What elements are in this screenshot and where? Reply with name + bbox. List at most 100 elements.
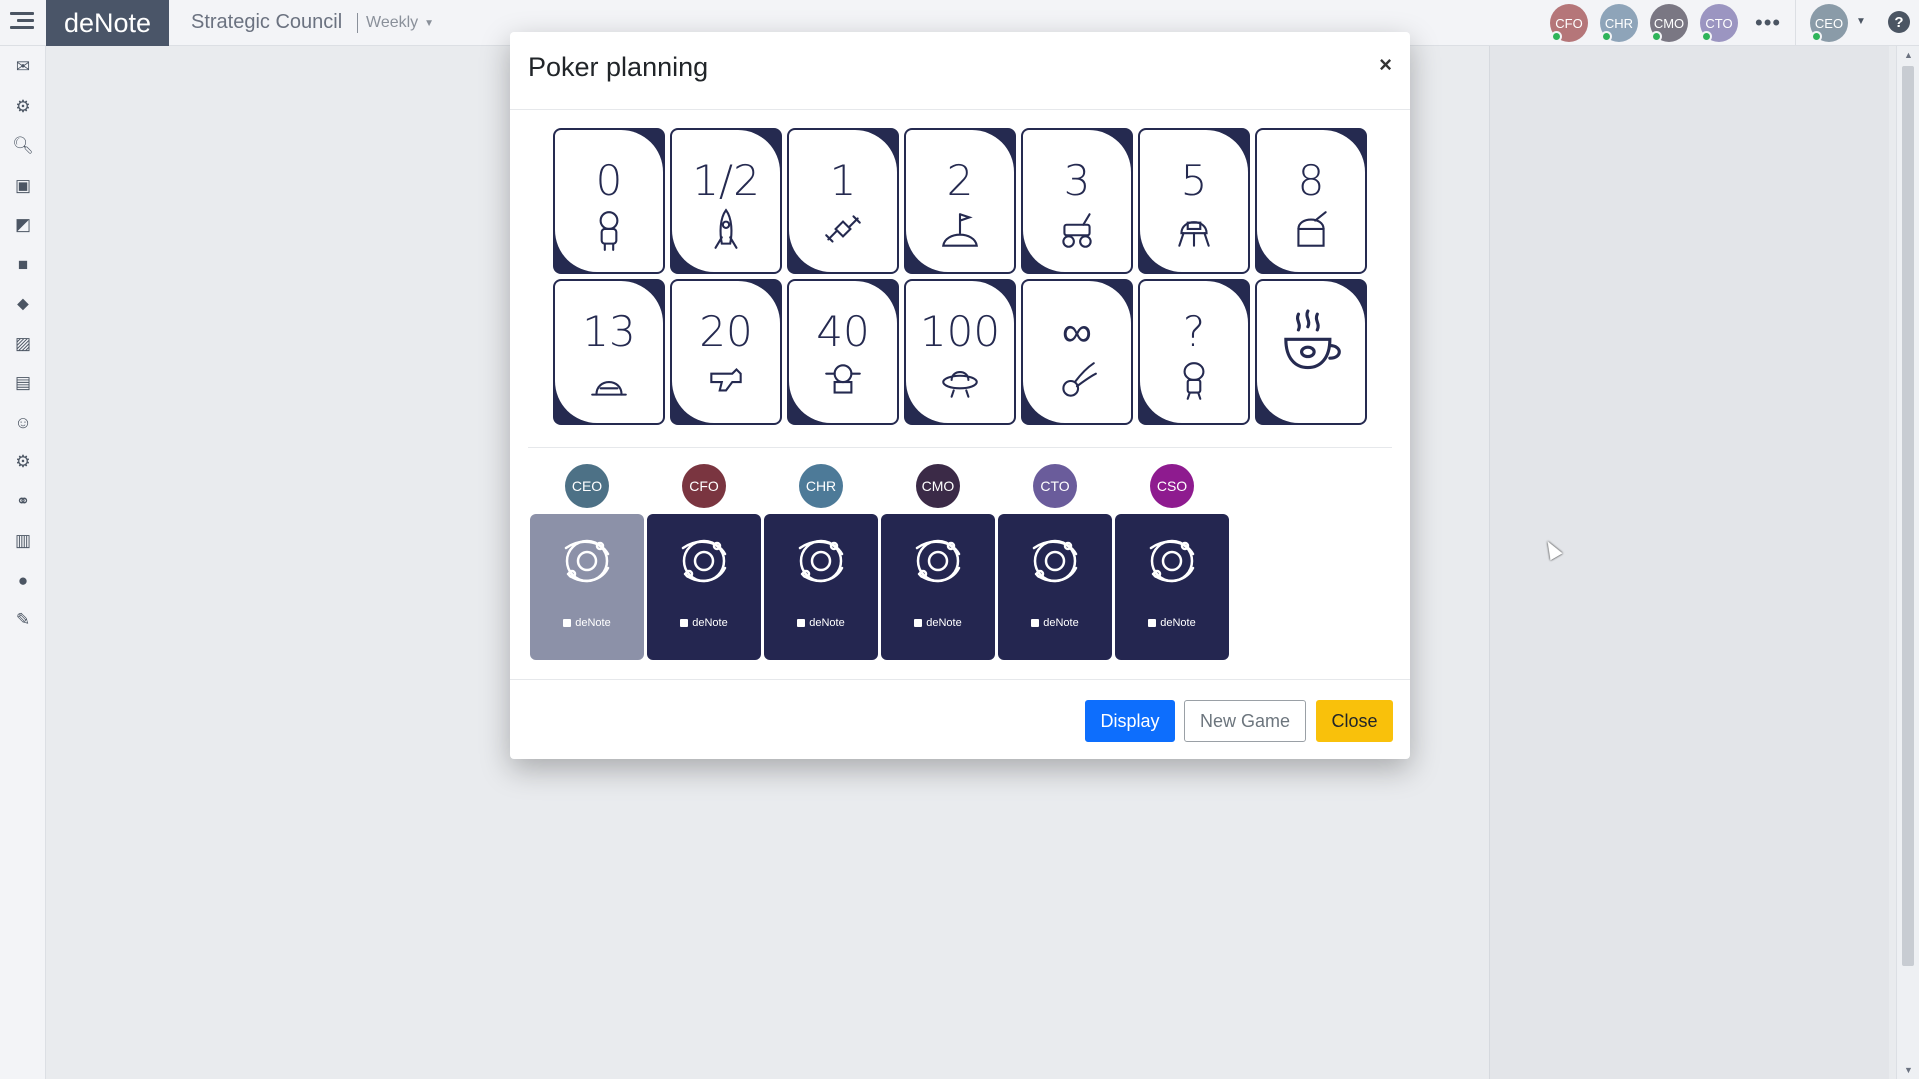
poker-card[interactable]: ∞ ∞ ∞ <box>1021 279 1133 425</box>
modal-footer: Display New Game Close <box>510 679 1410 759</box>
card-face: 3 <box>1023 130 1131 272</box>
card-value: 20 <box>699 307 753 356</box>
card-corner-label: 40 <box>794 282 805 292</box>
card-back[interactable]: deNote <box>530 514 644 660</box>
avatar-initials: CEO <box>1814 15 1844 31</box>
moon-base-icon <box>555 359 663 408</box>
menu-toggle-icon[interactable] <box>10 12 34 32</box>
poker-planning-modal: Poker planning × 0 0 0 1/2 1/2 1/2 1 1 1 2 2 2 3 3 3 5 5… <box>510 32 1410 759</box>
card-value: 1/2 <box>692 156 760 205</box>
new-game-button[interactable]: New Game <box>1184 700 1306 742</box>
avatar-initials: CHR <box>1604 15 1634 31</box>
online-status-icon <box>1651 31 1662 42</box>
search-icon[interactable]: 🔍︎ <box>12 135 34 157</box>
poker-card[interactable]: 20 20 20 <box>670 279 782 425</box>
player-avatar: CEO <box>565 464 609 508</box>
card-face: 2 <box>906 130 1014 272</box>
brand-label: deNote <box>575 617 611 629</box>
card-corner-label: 2 <box>1004 261 1010 271</box>
magic-wand-icon[interactable]: ✎ <box>12 609 34 631</box>
card-value: ∞ <box>1062 307 1092 356</box>
poker-card[interactable]: 2 2 2 <box>904 128 1016 274</box>
poker-card[interactable]: ??? <box>1138 279 1250 425</box>
logo-suffix: Note <box>94 7 152 38</box>
briefcase-icon[interactable]: ▤ <box>12 372 34 394</box>
poker-card[interactable]: 1/2 1/2 1/2 <box>670 128 782 274</box>
ufo-icon <box>906 359 1014 408</box>
card-back: deNote <box>647 514 761 660</box>
card-corner-label: 100 <box>911 282 927 292</box>
poker-card[interactable]: 0 0 0 <box>553 128 665 274</box>
card-corner-label: 13 <box>648 412 659 422</box>
inbox-icon[interactable]: ▣ <box>12 175 34 197</box>
scroll-down-icon[interactable]: ▼ <box>1904 1065 1913 1075</box>
user-menu-caret-icon[interactable]: ▼ <box>1856 16 1866 27</box>
avatar-initials: CHR <box>805 478 837 494</box>
participant-avatar[interactable]: CFO <box>1550 4 1588 42</box>
poker-card[interactable]: 100 100 100 <box>904 279 1016 425</box>
card-corner-label: 8 <box>1262 131 1268 141</box>
card-corner-label: 1/2 <box>763 261 776 271</box>
globe-icon[interactable]: ● <box>12 570 34 592</box>
participant-avatar[interactable]: CHR <box>1600 4 1638 42</box>
card-value: 13 <box>582 307 636 356</box>
moon-flag-icon <box>906 208 1014 257</box>
card-face: 1/2 <box>672 130 780 272</box>
card-corner-label: 13 <box>560 282 571 292</box>
scrollbar[interactable]: ▲ ▼ <box>1896 46 1919 1079</box>
astronaut-icon <box>555 208 663 257</box>
card-corner-label: ∞ <box>1120 412 1127 422</box>
poker-card[interactable]: 40 40 40 <box>787 279 899 425</box>
gear-icon[interactable]: ⚙ <box>12 96 34 118</box>
book-icon[interactable]: ▥ <box>12 530 34 552</box>
rover-icon <box>1023 208 1131 257</box>
poker-card[interactable]: 5 5 5 <box>1138 128 1250 274</box>
participant-avatar[interactable]: CTO <box>1700 4 1738 42</box>
poker-card[interactable]: 8 8 8 <box>1255 128 1367 274</box>
tag-icon[interactable]: ⬥ <box>12 293 34 315</box>
space-station-icon <box>789 359 897 408</box>
participant-avatar[interactable]: CMO <box>1650 4 1688 42</box>
card-corner-label: 1 <box>887 261 893 271</box>
image-icon[interactable]: ▨ <box>12 333 34 355</box>
planet-icon <box>681 539 727 583</box>
close-icon[interactable]: × <box>1379 52 1392 78</box>
poker-card[interactable]: 13 13 13 <box>553 279 665 425</box>
envelope-icon[interactable]: ✉ <box>12 56 34 78</box>
help-button[interactable]: ? <box>1888 11 1910 33</box>
card-back: deNote <box>1115 514 1229 660</box>
card-corner-label: 8 <box>1355 261 1361 271</box>
scroll-up-icon[interactable]: ▲ <box>1904 50 1913 60</box>
brand-label: deNote <box>1043 617 1079 629</box>
planet-icon <box>1149 539 1195 583</box>
close-button[interactable]: Close <box>1316 700 1393 742</box>
poker-card[interactable]: 1 1 1 <box>787 128 899 274</box>
more-participants-button[interactable]: ••• <box>1755 10 1781 36</box>
card-corner-label: ∞ <box>1028 282 1035 292</box>
card-value: 8 <box>1297 156 1325 205</box>
card-corner-label: ★ <box>1352 411 1361 421</box>
poker-card[interactable]: ★ ★ <box>1255 279 1367 425</box>
card-value: 3 <box>1063 156 1091 205</box>
observatory-icon <box>1257 208 1365 257</box>
denote-logo-icon <box>680 619 689 627</box>
planet-icon <box>798 539 844 583</box>
gears-icon[interactable]: ⚙ <box>12 451 34 473</box>
poker-card[interactable]: 3 3 3 <box>1021 128 1133 274</box>
meeting-title: Strategic Council <box>191 11 343 33</box>
sticky-note-icon[interactable]: ◩ <box>12 214 34 236</box>
display-button[interactable]: Display <box>1085 700 1175 742</box>
caret-down-icon: ▼ <box>424 17 435 29</box>
denote-logo-icon <box>563 619 572 627</box>
coffee-cup-icon <box>1255 305 1367 379</box>
card-back-brand: deNote <box>1115 617 1229 629</box>
square-icon[interactable]: ■ <box>12 254 34 276</box>
scroll-thumb[interactable] <box>1902 66 1914 966</box>
card-corner-label: ? <box>1238 412 1245 422</box>
smile-icon[interactable]: ☺ <box>12 412 34 434</box>
current-user-avatar[interactable]: CEO <box>1810 4 1848 42</box>
link-icon[interactable]: ⚭ <box>12 491 34 513</box>
brand-label: deNote <box>692 617 728 629</box>
app-logo[interactable]: de Note <box>46 0 169 46</box>
cadence-dropdown[interactable]: Weekly ▼ <box>357 13 434 33</box>
